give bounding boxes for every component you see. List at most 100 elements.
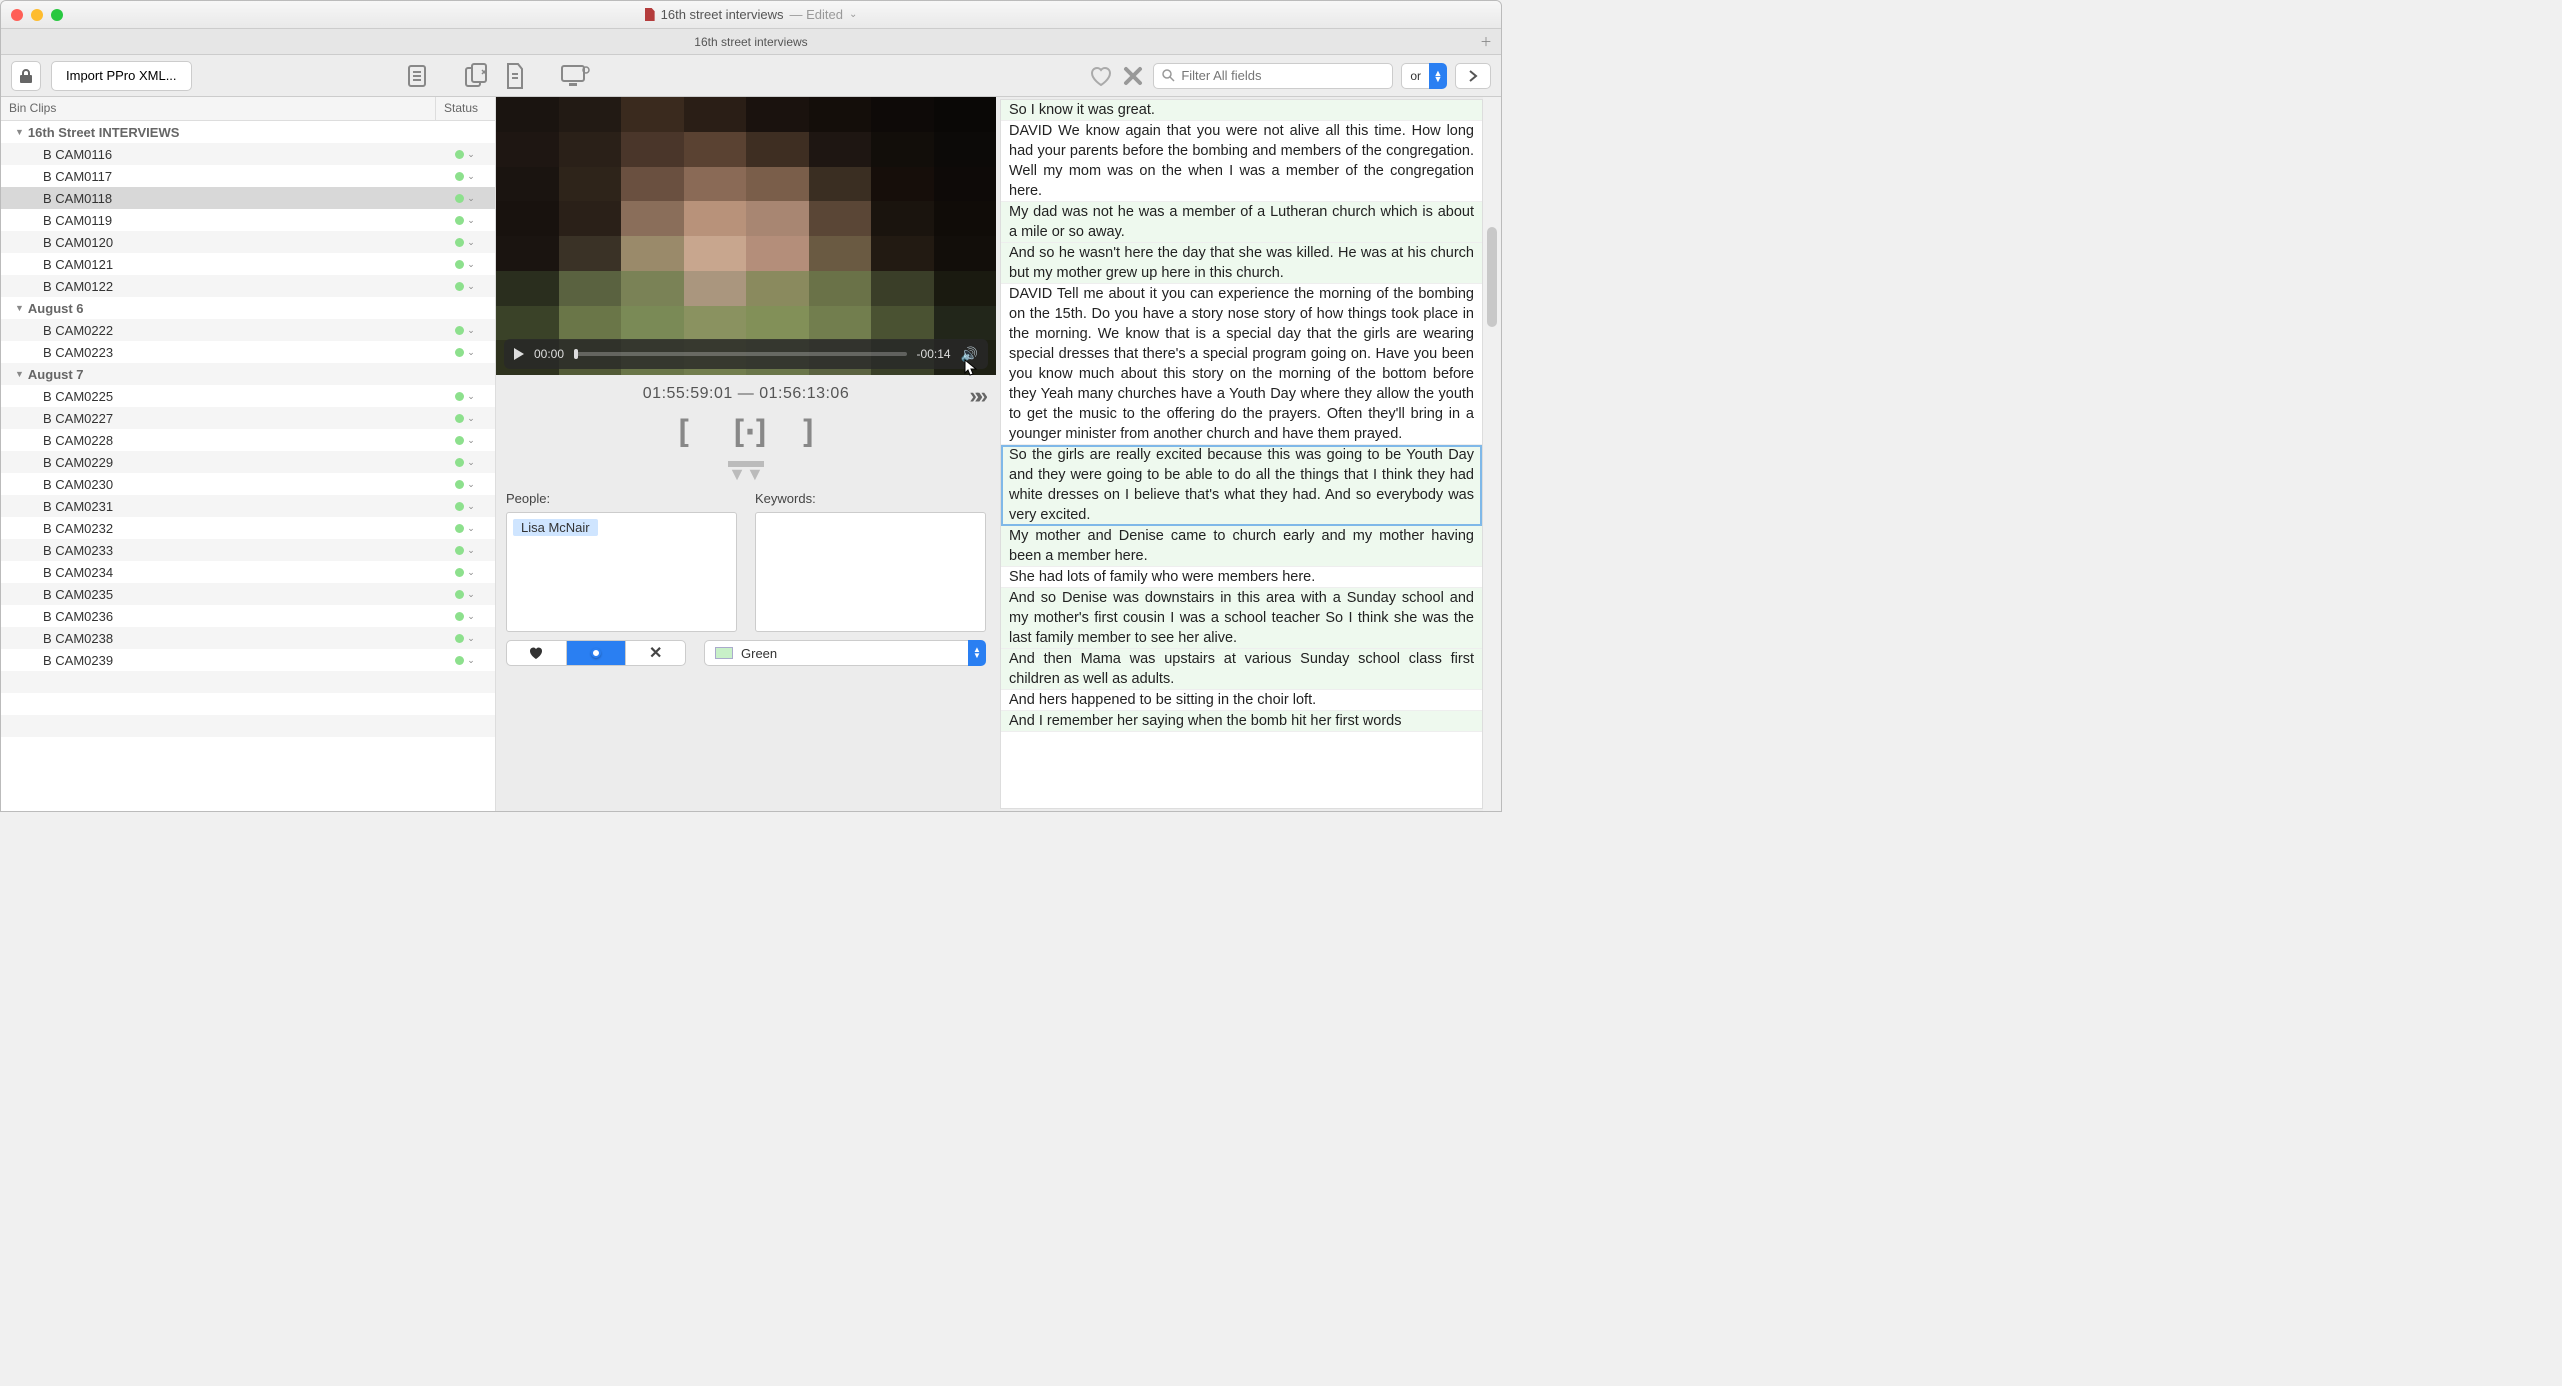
chevron-down-icon[interactable]: ⌄ — [467, 479, 475, 490]
transcript-paragraph[interactable]: DAVID Tell me about it you can experienc… — [1001, 284, 1482, 445]
chevron-down-icon[interactable]: ⌄ — [467, 413, 475, 424]
import-button[interactable]: Import PPro XML... — [51, 61, 192, 91]
transcript-paragraph[interactable]: And hers happened to be sitting in the c… — [1001, 690, 1482, 711]
bin-clip-row[interactable]: B CAM0116⌄ — [1, 143, 495, 165]
bin-clip-row[interactable]: B CAM0229⌄ — [1, 451, 495, 473]
color-select[interactable]: Green ▲▼ — [704, 640, 986, 666]
mark-out-button[interactable]: ] — [799, 413, 818, 451]
scrubber-knob[interactable] — [574, 349, 578, 359]
chevron-down-icon[interactable]: ⌄ — [467, 215, 475, 226]
rating-reject[interactable]: ✕ — [626, 641, 685, 665]
add-tab-button[interactable]: ＋ — [1475, 31, 1497, 53]
bin-clip-row[interactable]: B CAM0238⌄ — [1, 627, 495, 649]
chevron-down-icon[interactable]: ⌄ — [467, 567, 475, 578]
chevron-down-icon[interactable]: ⌄ — [467, 523, 475, 534]
monitor-icon[interactable] — [560, 61, 590, 91]
video-viewer[interactable]: 00:00 -00:14 🔊 — [496, 97, 996, 375]
chevron-down-icon[interactable]: ⌄ — [467, 259, 475, 270]
bin-group[interactable]: ▼16th Street INTERVIEWS — [1, 121, 495, 143]
transcript-paragraph[interactable]: My mother and Denise came to church earl… — [1001, 526, 1482, 567]
volume-icon[interactable]: 🔊 — [961, 346, 978, 363]
chevron-down-icon[interactable]: ⌄ — [467, 457, 475, 468]
transcript-paragraph[interactable]: And then Mama was upstairs at various Su… — [1001, 649, 1482, 690]
transcript-paragraph[interactable]: And I remember her saying when the bomb … — [1001, 711, 1482, 732]
transcript-paragraph[interactable]: So the girls are really excited because … — [1001, 445, 1482, 526]
bin-clip-row[interactable]: B CAM0234⌄ — [1, 561, 495, 583]
bin-clip-row[interactable]: B CAM0122⌄ — [1, 275, 495, 297]
new-doc-icon[interactable] — [500, 61, 530, 91]
bin-header-clips[interactable]: Bin Clips — [1, 97, 435, 120]
bin-clip-row[interactable]: B CAM0230⌄ — [1, 473, 495, 495]
next-button[interactable] — [1455, 63, 1491, 89]
chevron-down-icon[interactable]: ⌄ — [467, 193, 475, 204]
keywords-field[interactable] — [755, 512, 986, 632]
chevron-down-icon[interactable]: ⌄ — [467, 347, 475, 358]
tab-active[interactable]: 16th street interviews — [694, 35, 807, 49]
search-field[interactable] — [1153, 63, 1393, 89]
search-input[interactable] — [1181, 68, 1384, 83]
mark-clip-button[interactable]: [·] — [729, 413, 763, 451]
bin-clip-row[interactable]: B CAM0120⌄ — [1, 231, 495, 253]
transcript-paragraph[interactable]: She had lots of family who were members … — [1001, 567, 1482, 588]
mark-in-button[interactable]: [ — [674, 413, 693, 451]
rating-circle[interactable] — [567, 641, 627, 665]
transcript-text[interactable]: So I know it was great.DAVID We know aga… — [1000, 99, 1483, 809]
bin-group[interactable]: ▼August 7 — [1, 363, 495, 385]
rating-segmented[interactable]: ✕ — [506, 640, 686, 666]
chevron-down-icon[interactable]: ⌄ — [467, 501, 475, 512]
play-button[interactable] — [514, 348, 524, 360]
bin-clip-row[interactable]: B CAM0227⌄ — [1, 407, 495, 429]
chevron-down-icon[interactable]: ⌄ — [467, 149, 475, 160]
bin-list[interactable]: ▼16th Street INTERVIEWSB CAM0116⌄B CAM01… — [1, 121, 495, 811]
scrubber[interactable] — [574, 352, 907, 356]
filter-mode-select[interactable]: or ▲▼ — [1401, 63, 1447, 89]
person-tag[interactable]: Lisa McNair — [513, 519, 598, 536]
bin-clip-row[interactable]: B CAM0117⌄ — [1, 165, 495, 187]
bin-clip-row[interactable]: B CAM0225⌄ — [1, 385, 495, 407]
chevron-down-icon[interactable]: ⌄ — [467, 171, 475, 182]
rating-favorite[interactable] — [507, 641, 567, 665]
bin-clip-row[interactable]: B CAM0222⌄ — [1, 319, 495, 341]
transcript-scrollbar[interactable] — [1483, 97, 1501, 811]
bin-clip-row[interactable]: B CAM0236 ⌄ — [1, 605, 495, 627]
chevron-down-icon[interactable]: ⌄ — [467, 545, 475, 556]
transcript-paragraph[interactable]: So I know it was great. — [1001, 100, 1482, 121]
bin-clip-row[interactable]: B CAM0121⌄ — [1, 253, 495, 275]
bin-clip-row[interactable]: B CAM0233⌄ — [1, 539, 495, 561]
bin-header-status[interactable]: Status — [435, 97, 495, 120]
fast-forward-icon[interactable]: »» — [970, 383, 982, 409]
transcript-paragraph[interactable]: My dad was not he was a member of a Luth… — [1001, 202, 1482, 243]
lock-button[interactable] — [11, 61, 41, 91]
favorite-icon[interactable] — [1089, 64, 1113, 88]
bin-clip-row[interactable]: B CAM0118⌄ — [1, 187, 495, 209]
clip-name: B CAM0236 — [1, 609, 435, 624]
insert-button[interactable]: ▼▼ — [728, 461, 764, 479]
chevron-down-icon[interactable]: ⌄ — [467, 281, 475, 292]
chevron-down-icon[interactable]: ⌄ — [467, 237, 475, 248]
bin-clip-row[interactable]: B CAM0235⌄ — [1, 583, 495, 605]
chevron-down-icon[interactable]: ⌄ — [467, 435, 475, 446]
status-dot-icon — [455, 172, 464, 181]
people-field[interactable]: Lisa McNair — [506, 512, 737, 632]
bin-clip-row[interactable]: B CAM0232⌄ — [1, 517, 495, 539]
bin-clip-row[interactable]: B CAM0228⌄ — [1, 429, 495, 451]
chevron-down-icon[interactable]: ⌄ — [467, 633, 475, 644]
bin-clip-row[interactable]: B CAM0239⌄ — [1, 649, 495, 671]
chevron-down-icon[interactable]: ⌄ — [467, 325, 475, 336]
bin-clip-row[interactable]: B CAM0231⌄ — [1, 495, 495, 517]
transcript-paragraph[interactable]: DAVID We know again that you were not al… — [1001, 121, 1482, 202]
bin-clip-row[interactable]: B CAM0223⌄ — [1, 341, 495, 363]
chevron-down-icon[interactable]: ⌄ — [467, 391, 475, 402]
reject-icon[interactable] — [1121, 64, 1145, 88]
chevron-down-icon[interactable]: ⌄ — [467, 611, 475, 622]
copy-doc-icon[interactable] — [462, 61, 492, 91]
bin-clip-row[interactable]: B CAM0119⌄ — [1, 209, 495, 231]
scrollbar-thumb[interactable] — [1487, 227, 1497, 327]
title-chevron-icon[interactable]: ⌄ — [849, 9, 857, 20]
transcript-paragraph[interactable]: And so he wasn't here the day that she w… — [1001, 243, 1482, 284]
clipboard-icon[interactable] — [402, 61, 432, 91]
transcript-paragraph[interactable]: And so Denise was downstairs in this are… — [1001, 588, 1482, 649]
bin-group[interactable]: ▼August 6 — [1, 297, 495, 319]
chevron-down-icon[interactable]: ⌄ — [467, 655, 475, 666]
chevron-down-icon[interactable]: ⌄ — [467, 589, 475, 600]
